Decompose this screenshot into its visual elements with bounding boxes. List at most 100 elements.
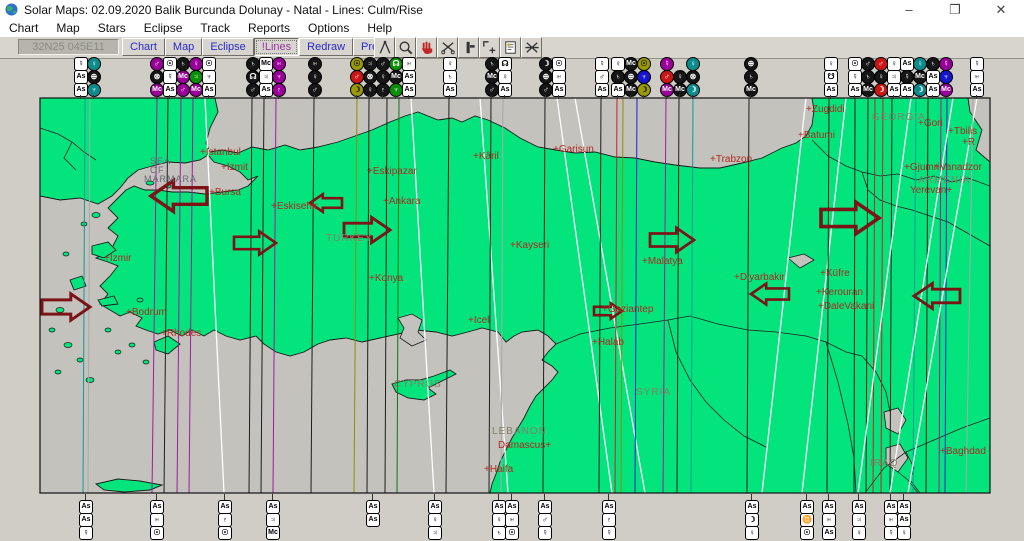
bottom-line-marker: ☉: [150, 526, 164, 540]
top-line-marker: Mc: [176, 70, 190, 84]
marker-stem: [854, 95, 855, 99]
top-line-marker: ♅: [552, 70, 566, 84]
bottom-line-marker: As: [822, 526, 836, 540]
marker-stem: [692, 95, 693, 99]
top-line-marker: ♇: [272, 83, 286, 97]
top-line-marker: ☿: [660, 57, 674, 71]
top-line-marker: ♆: [272, 70, 286, 84]
marker-stem: [919, 95, 920, 99]
bottom-line-marker: ♅: [505, 513, 519, 527]
top-line-marker: ♄: [176, 57, 190, 71]
bottom-line-marker: ♀: [852, 526, 866, 540]
marker-stem: [156, 95, 157, 99]
top-line-marker: Mc: [189, 83, 203, 97]
top-line-marker: ☉: [350, 57, 364, 71]
bottom-line-marker: ☽: [745, 513, 759, 527]
marker-stem: [195, 95, 196, 99]
marker-stem: [976, 95, 977, 99]
top-line-marker: ♄: [611, 70, 625, 84]
marker-stem: [182, 95, 183, 99]
bottom-line-marker: ☿: [602, 526, 616, 540]
top-line-marker: ♀: [189, 57, 203, 71]
top-line-marker: As: [552, 83, 566, 97]
top-line-marker: ♂: [150, 57, 164, 71]
top-line-marker: ♀: [611, 57, 625, 71]
map-geography: [40, 98, 990, 493]
top-line-marker: ☿: [939, 57, 953, 71]
bottom-line-marker: ♀: [745, 526, 759, 540]
top-line-marker: ☊: [246, 70, 260, 84]
bottom-line-marker: As: [150, 500, 164, 514]
top-line-marker: ☊: [498, 57, 512, 71]
top-line-marker: As: [443, 83, 457, 97]
bottom-line-marker: As: [822, 500, 836, 514]
top-line-marker: ☽: [874, 83, 888, 97]
bottom-line-marker: ☿: [538, 526, 552, 540]
top-line-marker: Mc: [939, 83, 953, 97]
top-line-marker: ☉: [163, 57, 177, 71]
top-line-marker: Mc: [150, 83, 164, 97]
top-line-marker: ♆: [637, 70, 651, 84]
top-line-marker: ♀: [874, 70, 888, 84]
bottom-line-marker: ♂: [538, 513, 552, 527]
marker-stem: [93, 95, 94, 99]
bottom-line-marker: ♇: [602, 513, 616, 527]
top-line-marker: ♄: [744, 70, 758, 84]
marker-stem: [408, 95, 409, 99]
top-line-marker: As: [824, 83, 838, 97]
bottom-line-marker: As: [602, 500, 616, 514]
marker-stem: [545, 95, 546, 99]
top-line-marker: ☿: [900, 70, 914, 84]
top-line-marker: ♀: [363, 83, 377, 97]
bottom-line-marker: As: [505, 500, 519, 514]
bottom-line-marker: As: [538, 500, 552, 514]
marker-stem: [265, 95, 266, 99]
bottom-line-marker: ♃: [266, 513, 280, 527]
top-line-marker: ♅: [272, 57, 286, 71]
top-line-marker: ♂: [376, 57, 390, 71]
bottom-line-marker: As: [366, 500, 380, 514]
bottom-line-marker: As: [852, 500, 866, 514]
top-line-marker: ♅: [308, 57, 322, 71]
top-line-marker: As: [74, 70, 88, 84]
top-line-marker: ♄: [246, 57, 260, 71]
top-line-marker: Mc: [913, 70, 927, 84]
bottom-line-marker: ☿: [79, 526, 93, 540]
top-line-marker: As: [402, 70, 416, 84]
marker-stem: [679, 95, 680, 99]
marker-stem: [491, 95, 492, 99]
top-line-marker: ♀: [376, 70, 390, 84]
top-line-marker: ♂: [861, 57, 875, 71]
bottom-line-marker: As: [745, 500, 759, 514]
bottom-line-marker: ♄: [492, 526, 506, 540]
bottom-line-marker: ♀: [492, 513, 506, 527]
top-line-marker: ♂: [485, 83, 499, 97]
top-line-marker: ☉: [202, 57, 216, 71]
top-line-marker: ♄: [926, 57, 940, 71]
top-line-marker: ♂: [308, 83, 322, 97]
top-line-marker: ♀: [443, 57, 457, 71]
top-line-marker: As: [900, 83, 914, 97]
top-line-marker: ☽: [686, 83, 700, 97]
top-line-marker: ⊗: [686, 70, 700, 84]
top-line-marker: Mc: [673, 83, 687, 97]
top-line-marker: ♀: [673, 70, 687, 84]
bottom-line-marker: ♀: [897, 526, 911, 540]
top-line-marker: As: [611, 83, 625, 97]
bottom-line-marker: ♃: [852, 513, 866, 527]
marker-stem: [356, 95, 357, 99]
top-line-marker: As: [970, 83, 984, 97]
top-line-marker: ♀: [87, 57, 101, 71]
top-line-marker: ♄: [861, 70, 875, 84]
top-line-marker: ☿: [970, 57, 984, 71]
marker-stem: [750, 95, 751, 99]
top-line-marker: ♆: [389, 83, 403, 97]
top-line-marker: ♀: [887, 57, 901, 71]
marker-stem: [932, 95, 933, 99]
top-line-marker: ☿: [74, 57, 88, 71]
marker-stem: [601, 95, 602, 99]
top-line-marker: Mc: [624, 83, 638, 97]
top-line-marker: ♆: [939, 70, 953, 84]
marker-stem: [617, 95, 618, 99]
top-line-marker: ☿: [595, 57, 609, 71]
